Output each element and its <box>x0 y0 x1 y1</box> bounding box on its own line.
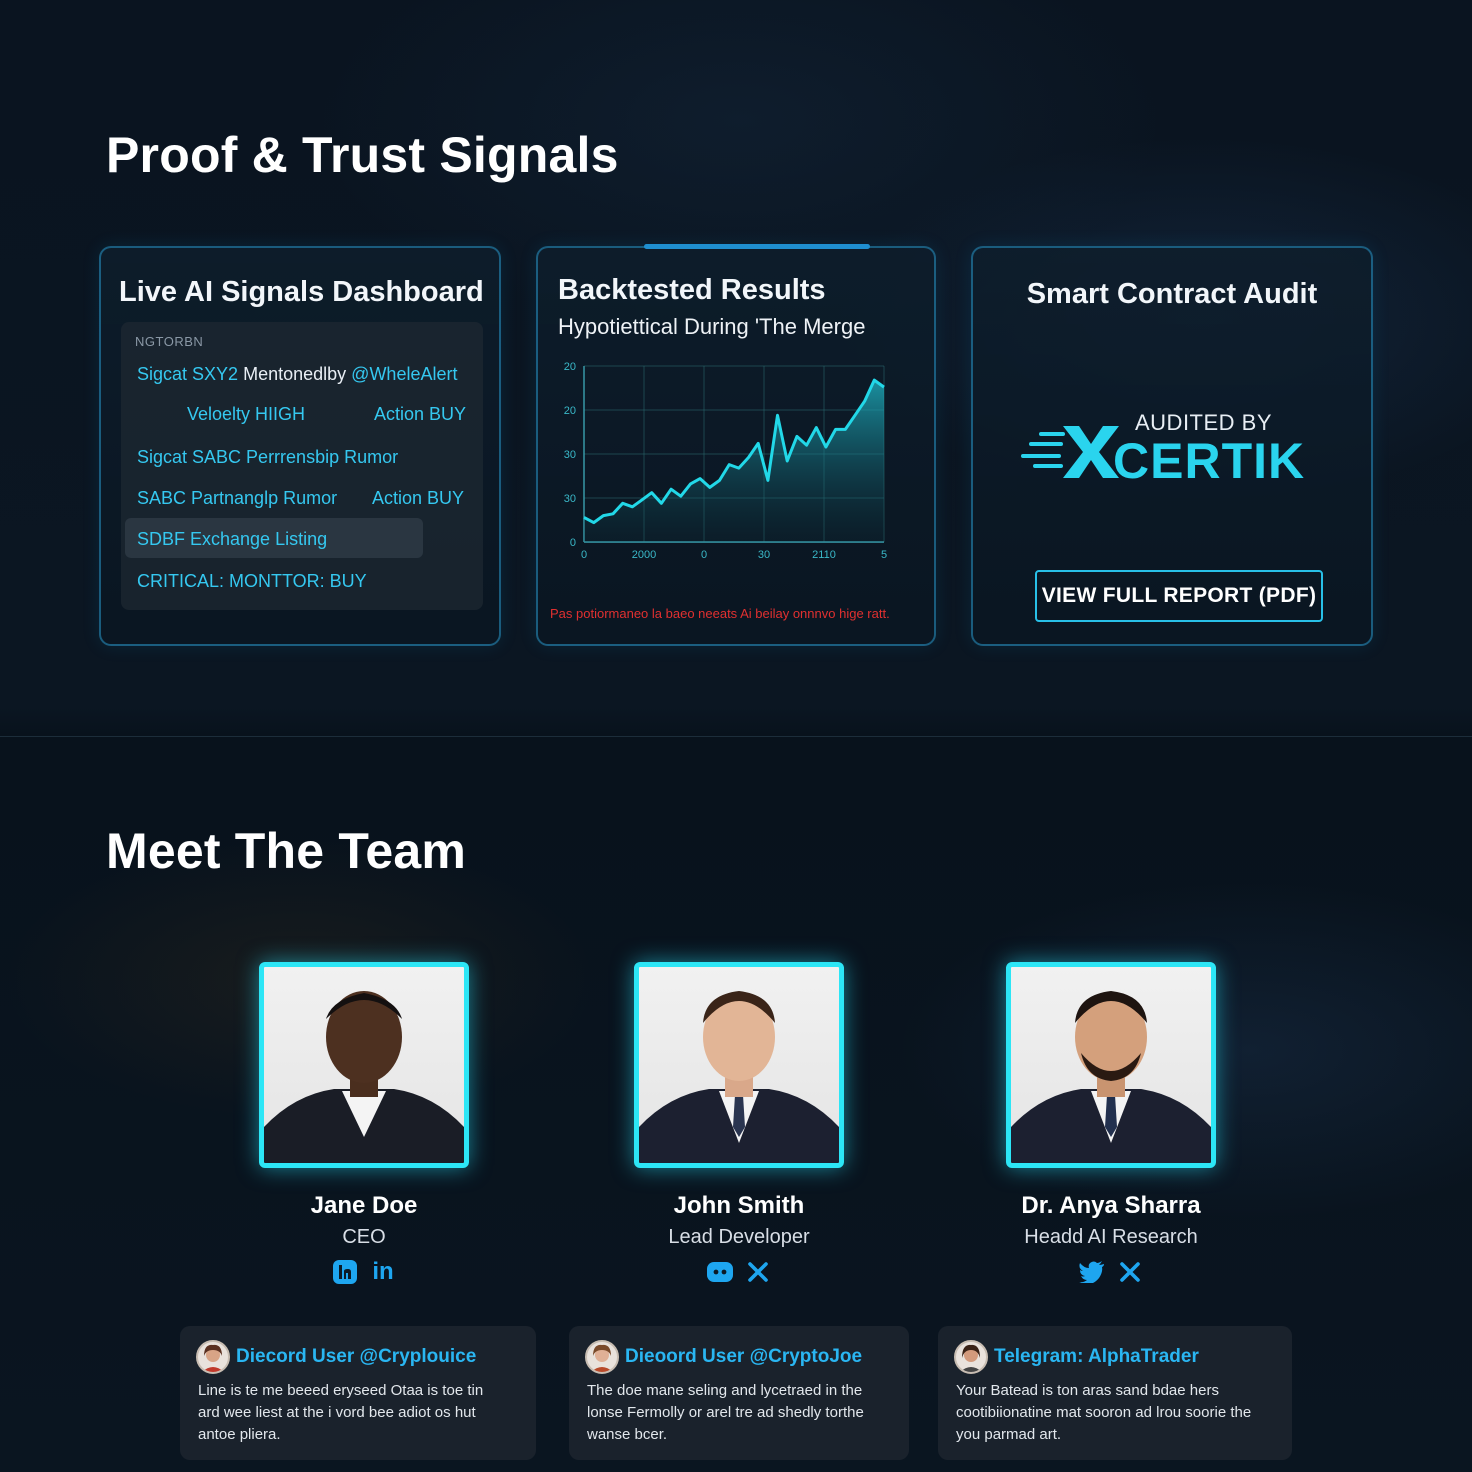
backtest-card-subtitle: Hypotiettical During 'The Merge <box>558 314 866 339</box>
avatar <box>954 1340 988 1374</box>
testimonial-text-line: cootibiionatine mat sooron ad lrou soori… <box>956 1404 1252 1421</box>
member-socials <box>1006 1258 1216 1286</box>
x-tick-label: 5 <box>881 549 887 561</box>
x-tick-label: 0 <box>581 549 587 561</box>
section-divider <box>0 736 1472 737</box>
discord-icon[interactable] <box>706 1258 734 1286</box>
member-socials: in <box>259 1258 469 1286</box>
testimonial-text-line: The doe mane seling and lycetraed in the <box>587 1382 863 1399</box>
linkedin-square-icon[interactable] <box>331 1258 359 1286</box>
testimonial-card: Dieoord User @CryptoJoe The doe mane sel… <box>569 1326 909 1460</box>
y-tick-label: 0 <box>570 537 576 549</box>
audit-card: Smart Contract Audit AUDITED BY CERTIK V… <box>971 246 1373 646</box>
signal-line-1-c: @WheleAlert <box>351 364 458 384</box>
signal-line-2-action[interactable]: Action BUY <box>374 404 466 425</box>
testimonial-handle[interactable]: Diecord User @Cryplouice <box>236 1346 476 1368</box>
testimonial-handle[interactable]: Telegram: AlphaTrader <box>994 1346 1199 1368</box>
testimonial-text-line: Line is te me beeed eryseed Otaa is toe … <box>198 1382 484 1399</box>
testimonial-text: Your Batead is ton aras sand bdae hers c… <box>956 1380 1251 1446</box>
x-tick-label: 2000 <box>632 549 656 561</box>
signals-panel: NGTORBN Sigcat SXY2 Mentonedlby @WheleAl… <box>121 322 483 610</box>
x-tick-label: 30 <box>758 549 770 561</box>
member-name: John Smith <box>673 1192 805 1219</box>
x-tick-label: 2110 <box>812 549 836 561</box>
team-member-card: Jane Doe CEO in <box>259 962 469 1285</box>
backtest-chart: 2020303000 2000 0 30 2110 5 <box>564 361 887 561</box>
team-member-photo <box>634 962 844 1168</box>
avatar <box>196 1340 230 1374</box>
signal-line-6[interactable]: CRITICAL: MONTTOR: BUY <box>137 571 367 592</box>
signal-line-4-a[interactable]: SABC Partnanglp Rumor <box>137 488 337 509</box>
signals-card: Live AI Signals Dashboard NGTORBN Sigcat… <box>99 246 501 646</box>
signal-line-2-a: Veloelty HIIGH <box>187 404 306 424</box>
view-full-report-button[interactable]: VIEW FULL REPORT (PDF) <box>1035 570 1323 622</box>
testimonial-handle[interactable]: Dieoord User @CryptoJoe <box>625 1346 862 1368</box>
signal-line-4-action[interactable]: Action BUY <box>372 488 464 509</box>
testimonial-text-line: ard wee liest at the i vord bee adiot os… <box>198 1404 476 1421</box>
twitter-icon[interactable] <box>1078 1258 1106 1286</box>
backtest-card-title: Backtested Results <box>558 274 826 306</box>
member-name: Dr. Anya Sharra <box>1021 1192 1201 1219</box>
signals-tag: NGTORBN <box>135 334 204 349</box>
member-role: Lead Developer <box>668 1226 810 1248</box>
member-role: Headd AI Research <box>1024 1226 1198 1248</box>
signal-line-1-a: Sigcat SXY2 <box>137 364 239 384</box>
x-icon[interactable] <box>1116 1258 1144 1286</box>
y-tick-label: 20 <box>564 405 576 417</box>
testimonial-text: Line is te me beeed eryseed Otaa is toe … <box>198 1380 483 1446</box>
auditor-name: CERTIK <box>1113 433 1306 489</box>
signal-line-3[interactable]: Sigcat SABC Perrrensbip Rumor <box>137 447 398 468</box>
team-member-card: John Smith Lead Developer <box>634 962 844 1282</box>
y-tick-label: 20 <box>564 361 576 373</box>
team-member-photo <box>1006 962 1216 1168</box>
team-section-title: Meet The Team <box>106 823 467 879</box>
series-area <box>584 380 884 542</box>
testimonial-text-line: you parmad art. <box>956 1426 1062 1443</box>
testimonial-text-line: lonse Fermolly or arel tre ad shedly tor… <box>587 1404 864 1421</box>
avatar <box>585 1340 619 1374</box>
backtest-disclaimer: Pas potiormaneo la baeo neeats Ai beilay… <box>550 606 890 621</box>
signal-line-1-b: Mentonedlby <box>243 364 347 384</box>
member-name: Jane Doe <box>310 1192 418 1219</box>
testimonial-text-line: Your Batead is ton aras sand bdae hers <box>956 1382 1219 1399</box>
card-top-accent <box>644 244 870 249</box>
testimonial-card: Diecord User @Cryplouice Line is te me b… <box>180 1326 536 1460</box>
member-socials <box>634 1258 844 1286</box>
y-tick-label: 30 <box>564 449 576 461</box>
testimonial-text: The doe mane seling and lycetraed in the… <box>587 1380 864 1446</box>
testimonial-text-line: wanse bcer. <box>587 1426 668 1443</box>
x-tick-label: 0 <box>701 549 707 561</box>
testimonial-text-line: antoe pliera. <box>198 1426 281 1443</box>
certik-logo-icon <box>1021 426 1119 478</box>
audit-card-title: Smart Contract Audit <box>1026 278 1318 310</box>
linkedin-icon[interactable]: in <box>369 1258 397 1286</box>
backtest-card: Backtested Results Hypotiettical During … <box>536 244 936 646</box>
member-role: CEO <box>342 1226 386 1248</box>
team-member-photo <box>259 962 469 1168</box>
x-icon[interactable] <box>744 1258 772 1286</box>
signal-line-5[interactable]: SDBF Exchange Listing <box>137 529 327 550</box>
team-member-card: Dr. Anya Sharra Headd AI Research <box>1006 962 1216 1283</box>
signal-line-1[interactable]: Sigcat SXY2 Mentonedlby @WheleAlert <box>137 364 457 385</box>
testimonial-card: Telegram: AlphaTrader Your Batead is ton… <box>938 1326 1292 1460</box>
signal-line-3-a: Sigcat SABC Perrrensbip Rumor <box>137 447 399 467</box>
y-tick-label: 30 <box>564 493 576 505</box>
signals-card-title: Live AI Signals Dashboard <box>119 276 484 308</box>
proof-section-title: Proof & Trust Signals <box>106 127 619 183</box>
